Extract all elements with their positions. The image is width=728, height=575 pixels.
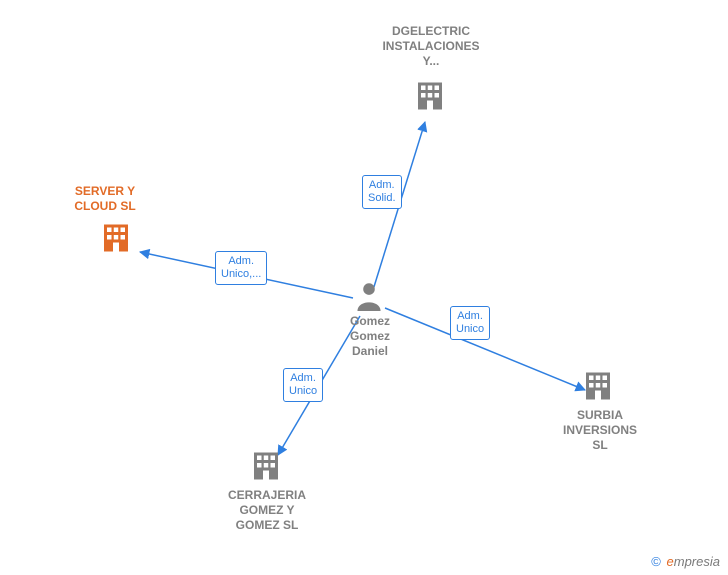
edge-label-right: Adm. Unico — [450, 306, 490, 340]
center-person-label: Gomez Gomez Daniel — [340, 314, 400, 359]
node-top-label: DGELECTRIC INSTALACIONES Y... — [376, 24, 486, 69]
edge-label-top: Adm. Solid. — [362, 175, 402, 209]
copyright: © empresia — [651, 554, 720, 569]
node-right-label: SURBIA INVERSIONS SL — [555, 408, 645, 453]
node-left-label: SERVER Y CLOUD SL — [60, 184, 150, 214]
node-bottom-label: CERRAJERIA GOMEZ Y GOMEZ SL — [222, 488, 312, 533]
building-icon — [580, 368, 616, 409]
person-icon — [355, 281, 383, 316]
copyright-icon: © — [651, 554, 661, 569]
edge-label-bottom: Adm. Unico — [283, 368, 323, 402]
building-icon — [248, 448, 284, 489]
building-icon — [98, 220, 134, 261]
brand-logo: empresia — [667, 554, 720, 569]
building-icon — [412, 78, 448, 119]
edge-label-left: Adm. Unico,... — [215, 251, 267, 285]
relationship-diagram: Gomez Gomez Daniel DGELECTRIC INSTALACIO… — [0, 0, 728, 575]
